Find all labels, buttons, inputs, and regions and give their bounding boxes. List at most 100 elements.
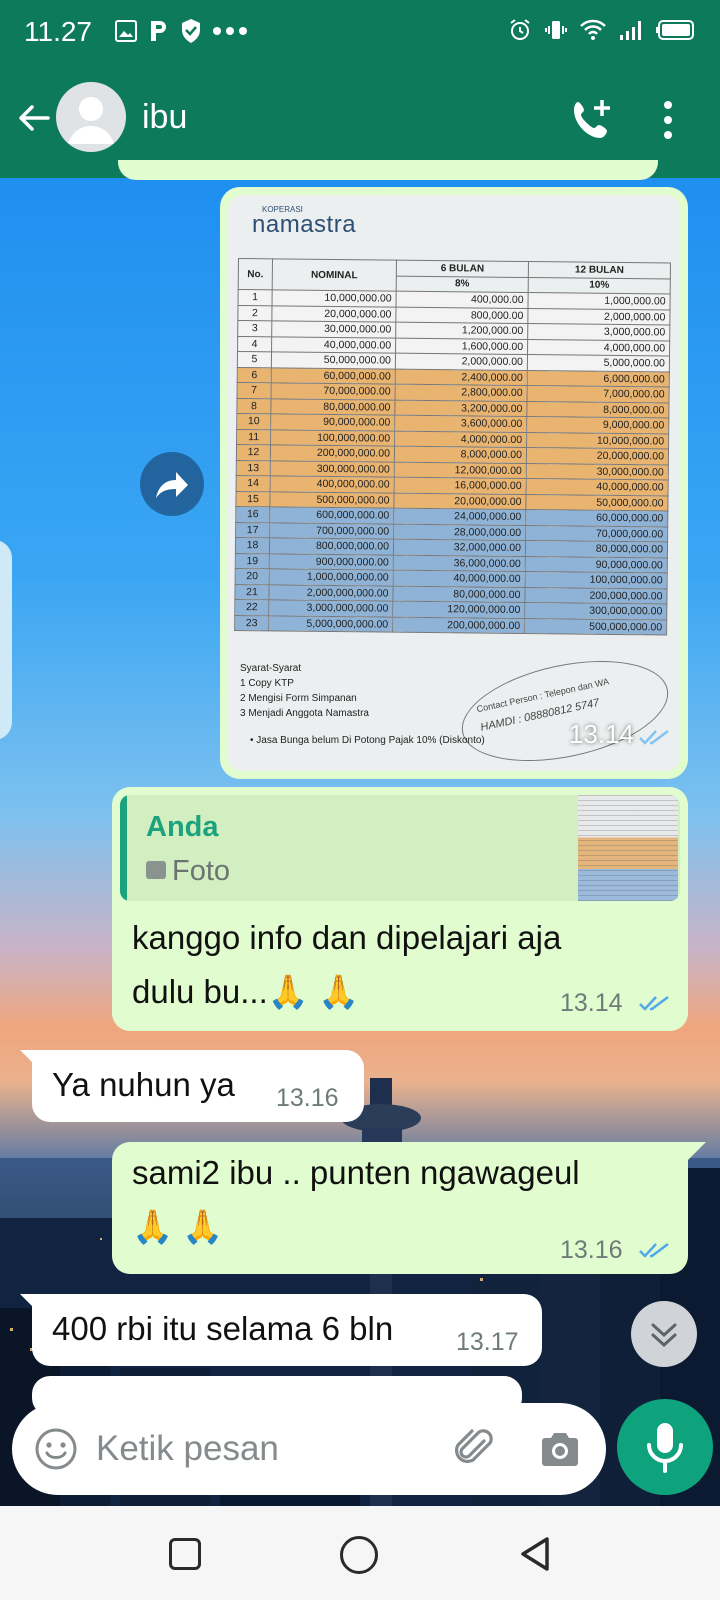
table-cell: 4,000,000.00 (527, 339, 670, 357)
incoming-message[interactable]: 400 rbi itu selama 6 bln 13.17 (32, 1294, 542, 1366)
emoji-icon[interactable] (34, 1427, 78, 1471)
recents-button[interactable] (169, 1538, 201, 1570)
message-time: 13.17 (456, 1328, 519, 1356)
table-cell: 80,000,000.00 (392, 585, 526, 603)
more-dots-icon (213, 27, 247, 35)
read-ticks-icon (639, 996, 669, 1011)
table-cell: 600,000,000.00 (269, 506, 394, 524)
terms-title: Syarat-Syarat (240, 663, 302, 674)
battery-icon (656, 20, 694, 40)
table-cell: 20,000,000.00 (271, 305, 396, 323)
message-input[interactable] (96, 1423, 436, 1475)
message-line: kanggo info dan dipelajari aja (132, 919, 562, 956)
default-avatar-icon (68, 97, 114, 144)
col-12-bulan: 12 BULAN (528, 261, 671, 279)
table-cell: 24,000,000.00 (393, 508, 526, 526)
table-cell: 3,000,000,000.00 (268, 599, 393, 617)
table-cell: 2 (237, 305, 273, 321)
table-cell: 300,000,000.00 (270, 460, 395, 478)
table-cell: 11 (236, 428, 271, 445)
table-cell: 10,000,000.00 (272, 289, 397, 307)
double-chevron-down-icon (651, 1323, 677, 1348)
table-cell: 2,000,000,000.00 (268, 584, 394, 602)
message-time: 13.16 (276, 1084, 339, 1112)
shield-icon (182, 19, 200, 43)
parking-app-icon (151, 21, 166, 41)
table-cell: 23 (234, 614, 269, 631)
table-cell: 2,000,000.00 (395, 353, 528, 371)
table-cell: 200,000,000.00 (270, 444, 395, 462)
col-no: No. (238, 258, 273, 290)
term-item: 1 Copy KTP (240, 678, 294, 689)
table-cell: 4,000,000.00 (394, 430, 527, 448)
namastra-logo: namastra (252, 211, 357, 238)
outgoing-message[interactable]: sami2 ibu .. punten ngawageul 🙏 🙏 13.16 (112, 1142, 688, 1274)
quote-accent-bar (120, 795, 127, 901)
table-cell: 500,000,000.00 (524, 618, 667, 636)
table-cell: 50,000,000.00 (271, 351, 396, 369)
arrow-back-icon[interactable] (14, 98, 54, 138)
quote-sender: Anda (146, 811, 219, 843)
scroll-to-bottom-button[interactable] (631, 1301, 697, 1367)
table-cell: 40,000,000.00 (526, 478, 669, 496)
table-cell: 21 (234, 583, 270, 600)
alarm-icon (510, 19, 530, 40)
table-cell: 5,000,000.00 (527, 354, 670, 372)
table-cell: 1,600,000.00 (395, 337, 528, 355)
table-cell: 18 (235, 537, 270, 554)
photo-icon (146, 861, 166, 879)
more-vert-icon[interactable] (660, 100, 676, 140)
table-cell: 3 (237, 320, 272, 337)
table-cell: 10,000,000.00 (526, 432, 669, 450)
table-cell: 60,000,000.00 (271, 367, 396, 385)
table-cell: 3,000,000.00 (527, 323, 670, 341)
table-cell: 1,000,000,000.00 (269, 568, 394, 586)
reply-message[interactable]: Anda Foto kanggo info dan dipelajari aja… (112, 787, 688, 1031)
contact-name[interactable]: ibu (142, 98, 187, 137)
mic-button[interactable] (617, 1399, 713, 1495)
avatar[interactable] (56, 82, 126, 152)
table-cell: 10 (236, 413, 271, 430)
rate-6: 8% (396, 275, 529, 293)
add-call-icon[interactable] (568, 96, 616, 144)
table-cell: 2,400,000.00 (395, 368, 528, 386)
paperclip-icon[interactable] (452, 1425, 498, 1471)
quote-thumbnail-lines (578, 795, 678, 901)
message-text: 400 rbi itu selama 6 bln (52, 1310, 394, 1347)
table-cell: 800,000.00 (395, 306, 528, 324)
table-cell: 200,000,000.00 (524, 587, 668, 605)
incoming-message[interactable]: Ya nuhun ya 13.16 (32, 1050, 364, 1122)
camera-icon[interactable] (538, 1427, 582, 1471)
table-cell: 6 (237, 366, 272, 383)
message-time: 13.16 (560, 1236, 623, 1264)
table-cell: 2,800,000.00 (395, 384, 528, 402)
status-bar: 11.27 (0, 0, 720, 66)
table-cell: 900,000,000.00 (269, 553, 394, 571)
home-button[interactable] (340, 1536, 378, 1574)
bubble-tail (686, 1142, 706, 1162)
status-time: 11.27 (24, 16, 92, 47)
table-cell: 2,000,000.00 (527, 308, 670, 326)
message-time: 13.14 (568, 719, 634, 749)
forward-button[interactable] (140, 452, 204, 516)
table-cell: 70,000,000.00 (271, 382, 396, 400)
message-text: sami2 ibu .. punten ngawageul 🙏 🙏 (132, 1146, 580, 1254)
back-triangle-icon[interactable] (515, 1534, 555, 1574)
table-cell: 16,000,000.00 (394, 477, 527, 495)
message-input-bar (12, 1403, 606, 1495)
vibrate-icon (545, 21, 567, 39)
signal-icon (620, 21, 641, 40)
table-cell: 800,000,000.00 (269, 537, 394, 555)
table-cell: 30,000,000.00 (526, 463, 669, 481)
table-cell: 120,000,000.00 (392, 601, 525, 619)
table-cell: 40,000,000.00 (393, 570, 526, 588)
table-cell: 32,000,000.00 (393, 539, 526, 557)
status-right-icons (508, 18, 696, 42)
rate-table-photo[interactable]: KOPERASI namastra No. NOMINAL 6 BULAN 12… (228, 195, 680, 771)
col-nominal: NOMINAL (272, 258, 397, 292)
table-cell: 17 (235, 521, 270, 538)
photo-message[interactable]: KOPERASI namastra No. NOMINAL 6 BULAN 12… (220, 187, 688, 779)
table-cell: 200,000,000.00 (392, 616, 525, 634)
quoted-message[interactable]: Anda Foto (120, 795, 680, 901)
rate-table: No. NOMINAL 6 BULAN 12 BULAN 8% 10% 1 10,… (234, 258, 671, 636)
